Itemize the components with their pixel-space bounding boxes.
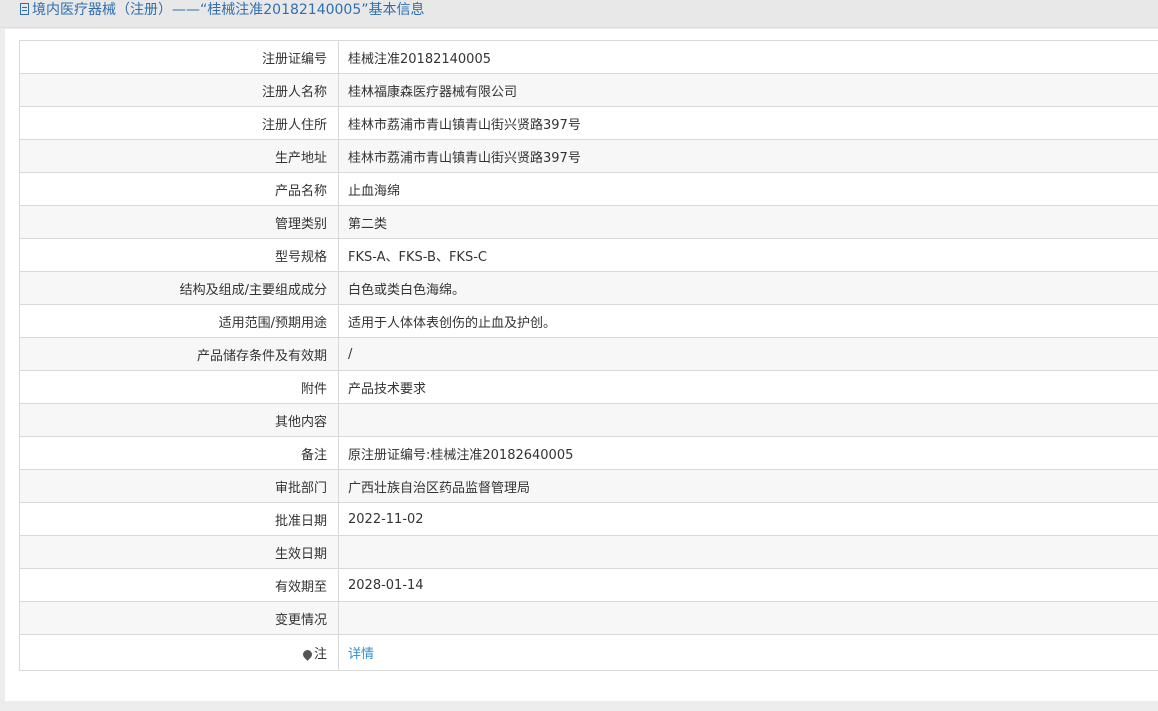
- row-label: 生产地址: [19, 139, 339, 173]
- table-row: 注册人名称 桂林福康森医疗器械有限公司: [19, 73, 1158, 107]
- info-panel: 注册证编号 桂械注准20182140005 注册人名称 桂林福康森医疗器械有限公…: [5, 29, 1158, 701]
- page-header: 境内医疗器械（注册）——“桂械注准20182140005”基本信息: [0, 0, 1158, 28]
- row-value: [338, 535, 1158, 569]
- table-row: 注册证编号 桂械注准20182140005: [19, 40, 1158, 74]
- table-row: 备注 原注册证编号:桂械注准20182640005: [19, 436, 1158, 470]
- row-value: 2022-11-02: [338, 502, 1158, 536]
- row-label: 附件: [19, 370, 339, 404]
- row-label: 型号规格: [19, 238, 339, 272]
- document-icon: [20, 3, 29, 15]
- row-value: 原注册证编号:桂械注准20182640005: [338, 436, 1158, 470]
- table-row: 管理类别 第二类: [19, 205, 1158, 239]
- row-value: 适用于人体体表创伤的止血及护创。: [338, 304, 1158, 338]
- table-row: 有效期至 2028-01-14: [19, 568, 1158, 602]
- details-link[interactable]: 详情: [348, 647, 374, 662]
- row-label: 批准日期: [19, 502, 339, 536]
- pin-icon: [301, 648, 314, 661]
- row-value: 第二类: [338, 205, 1158, 239]
- row-value: 止血海绵: [338, 172, 1158, 206]
- row-value: 广西壮族自治区药品监督管理局: [338, 469, 1158, 503]
- table-row: 变更情况: [19, 601, 1158, 635]
- row-label: 结构及组成/主要组成成分: [19, 271, 339, 305]
- row-value: /: [338, 337, 1158, 371]
- note-label: 注: [313, 647, 327, 662]
- table-row: 生效日期: [19, 535, 1158, 569]
- table-row: 审批部门 广西壮族自治区药品监督管理局: [19, 469, 1158, 503]
- row-label: 产品名称: [19, 172, 339, 206]
- row-label: 注册人名称: [19, 73, 339, 107]
- table-row: 注册人住所 桂林市荔浦市青山镇青山街兴贤路397号: [19, 106, 1158, 140]
- page-title-text: 境内医疗器械（注册）——“桂械注准20182140005”基本信息: [32, 2, 425, 18]
- note-label-cell: 注: [19, 634, 339, 671]
- row-label: 注册人住所: [19, 106, 339, 140]
- row-label: 变更情况: [19, 601, 339, 635]
- row-value: 桂械注准20182140005: [338, 40, 1158, 74]
- row-label: 管理类别: [19, 205, 339, 239]
- table-row: 附件 产品技术要求: [19, 370, 1158, 404]
- row-label: 有效期至: [19, 568, 339, 602]
- row-value: [338, 403, 1158, 437]
- table-row: 适用范围/预期用途 适用于人体体表创伤的止血及护创。: [19, 304, 1158, 338]
- row-label: 注册证编号: [19, 40, 339, 74]
- page-title: 境内医疗器械（注册）——“桂械注准20182140005”基本信息: [20, 0, 424, 22]
- row-value: [338, 601, 1158, 635]
- row-value: FKS-A、FKS-B、FKS-C: [338, 238, 1158, 272]
- row-label: 其他内容: [19, 403, 339, 437]
- row-value: 白色或类白色海绵。: [338, 271, 1158, 305]
- note-row: 注 详情: [19, 634, 1158, 671]
- table-row: 结构及组成/主要组成成分 白色或类白色海绵。: [19, 271, 1158, 305]
- row-value: 桂林市荔浦市青山镇青山街兴贤路397号: [338, 139, 1158, 173]
- row-value: 桂林福康森医疗器械有限公司: [338, 73, 1158, 107]
- row-label: 生效日期: [19, 535, 339, 569]
- table-row: 生产地址 桂林市荔浦市青山镇青山街兴贤路397号: [19, 139, 1158, 173]
- row-value: 2028-01-14: [338, 568, 1158, 602]
- table-row: 其他内容: [19, 403, 1158, 437]
- row-value: 产品技术要求: [338, 370, 1158, 404]
- row-label: 备注: [19, 436, 339, 470]
- row-label: 产品储存条件及有效期: [19, 337, 339, 371]
- table-row: 产品储存条件及有效期 /: [19, 337, 1158, 371]
- row-label: 审批部门: [19, 469, 339, 503]
- row-value: 桂林市荔浦市青山镇青山街兴贤路397号: [338, 106, 1158, 140]
- row-label: 适用范围/预期用途: [19, 304, 339, 338]
- info-table: 注册证编号 桂械注准20182140005 注册人名称 桂林福康森医疗器械有限公…: [19, 40, 1158, 671]
- table-row: 批准日期 2022-11-02: [19, 502, 1158, 536]
- note-value-cell: 详情: [338, 634, 1158, 671]
- table-row: 型号规格 FKS-A、FKS-B、FKS-C: [19, 238, 1158, 272]
- table-row: 产品名称 止血海绵: [19, 172, 1158, 206]
